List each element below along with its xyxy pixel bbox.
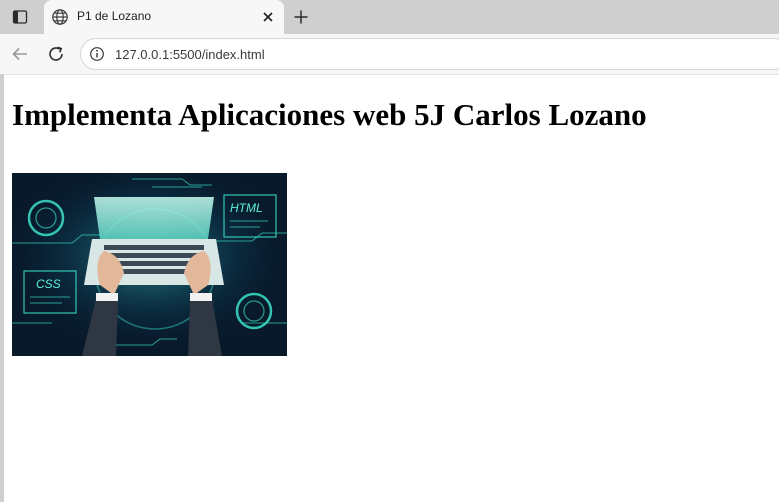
- info-icon[interactable]: [89, 46, 105, 62]
- close-icon: [263, 12, 273, 22]
- back-button[interactable]: [8, 42, 32, 66]
- tab-active[interactable]: P1 de Lozano: [44, 0, 284, 34]
- toolbar: 127.0.0.1:5500/index.html: [0, 34, 779, 74]
- globe-icon: [52, 9, 68, 25]
- reload-icon: [49, 46, 63, 61]
- tab-close-button[interactable]: [260, 9, 276, 25]
- css-label: CSS: [36, 277, 61, 291]
- page-heading: Implementa Aplicaciones web 5J Carlos Lo…: [12, 97, 647, 132]
- html-label: HTML: [230, 201, 263, 215]
- address-bar[interactable]: 127.0.0.1:5500/index.html: [80, 38, 779, 70]
- back-arrow-icon: [12, 47, 27, 61]
- sidebar-toggle-button[interactable]: [8, 6, 32, 28]
- tab-strip: P1 de Lozano: [0, 0, 779, 34]
- new-tab-button[interactable]: [290, 6, 312, 28]
- browser-window: P1 de Lozano 127.0.0.1:5500/index.html I…: [0, 0, 779, 502]
- reload-button[interactable]: [44, 42, 68, 66]
- tab-title: P1 de Lozano: [77, 9, 152, 23]
- hero-image: HTML CSS: [12, 173, 287, 356]
- plus-icon: [294, 10, 308, 24]
- sidebar-toggle-icon: [12, 10, 28, 24]
- page-viewport: Implementa Aplicaciones web 5J Carlos Lo…: [4, 74, 779, 502]
- url-text[interactable]: 127.0.0.1:5500/index.html: [115, 47, 265, 62]
